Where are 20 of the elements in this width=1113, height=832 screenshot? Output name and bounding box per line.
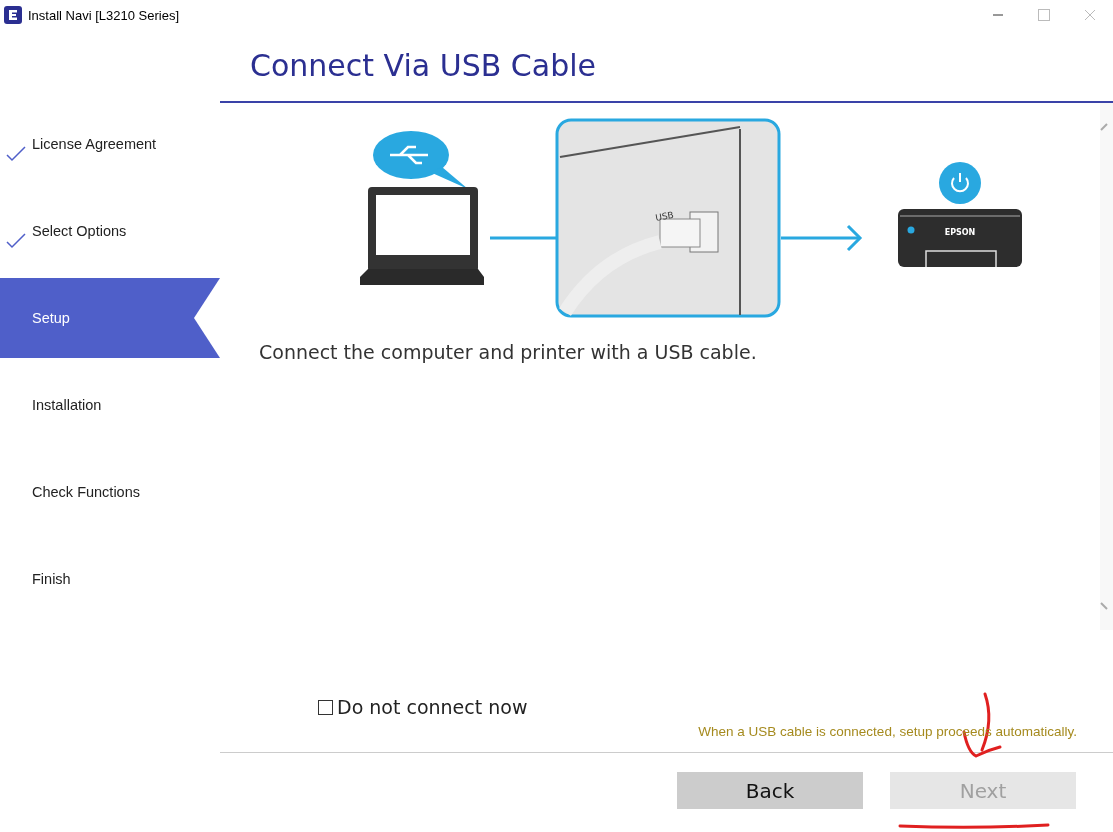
maximize-icon <box>1038 9 1050 21</box>
instruction-text: Connect the computer and printer with a USB cable. <box>259 341 758 363</box>
usb-connection-drawing: USB EPSON <box>360 117 1030 319</box>
step-item: Check Functions <box>31 483 141 502</box>
step-item: Finish <box>31 570 72 589</box>
do-not-connect-checkbox[interactable]: Do not connect now <box>318 696 528 718</box>
close-icon <box>1085 10 1095 20</box>
step-item: Installation <box>31 396 103 415</box>
check-icon <box>6 146 26 162</box>
wizard-button[interactable]: Back <box>677 772 863 809</box>
step-item: License Agreement <box>0 104 220 184</box>
page-heading: Connect Via USB Cable <box>220 30 1113 103</box>
scrollbar[interactable] <box>1100 103 1113 630</box>
window-title: Install Navi [L3210 Series] <box>28 7 180 23</box>
check-icon <box>6 233 26 249</box>
scroll-down-icon[interactable] <box>1100 602 1110 610</box>
step-item: Select Options <box>0 191 220 271</box>
step-item: Setup <box>0 278 220 358</box>
scroll-up-icon[interactable] <box>1100 123 1110 131</box>
app-logo-icon <box>4 6 22 24</box>
